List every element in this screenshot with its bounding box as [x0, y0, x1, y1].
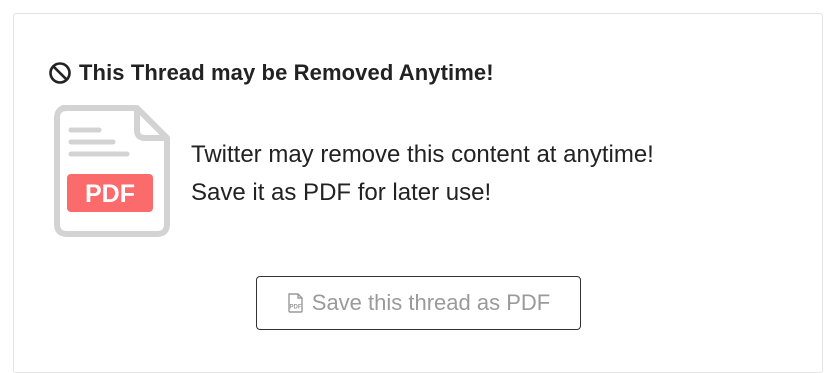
notice-title: This Thread may be Removed Anytime! — [48, 58, 494, 88]
svg-text:PDF: PDF — [289, 305, 301, 311]
pdf-file-icon: PDF — [288, 293, 303, 313]
notice-message-line-1: Twitter may remove this content at anyti… — [191, 141, 654, 168]
pdf-badge-text: PDF — [85, 180, 135, 208]
save-as-pdf-button[interactable]: PDF Save this thread as PDF — [256, 276, 581, 330]
notice-message-line-2: Save it as PDF for later use! — [191, 179, 492, 206]
pdf-document-icon: PDF — [54, 105, 170, 237]
save-as-pdf-label: Save this thread as PDF — [311, 290, 551, 315]
ban-icon — [49, 62, 71, 84]
notice-message: Twitter may remove this content at anyti… — [191, 136, 654, 212]
notice-title-text: This Thread may be Removed Anytime! — [79, 60, 494, 85]
